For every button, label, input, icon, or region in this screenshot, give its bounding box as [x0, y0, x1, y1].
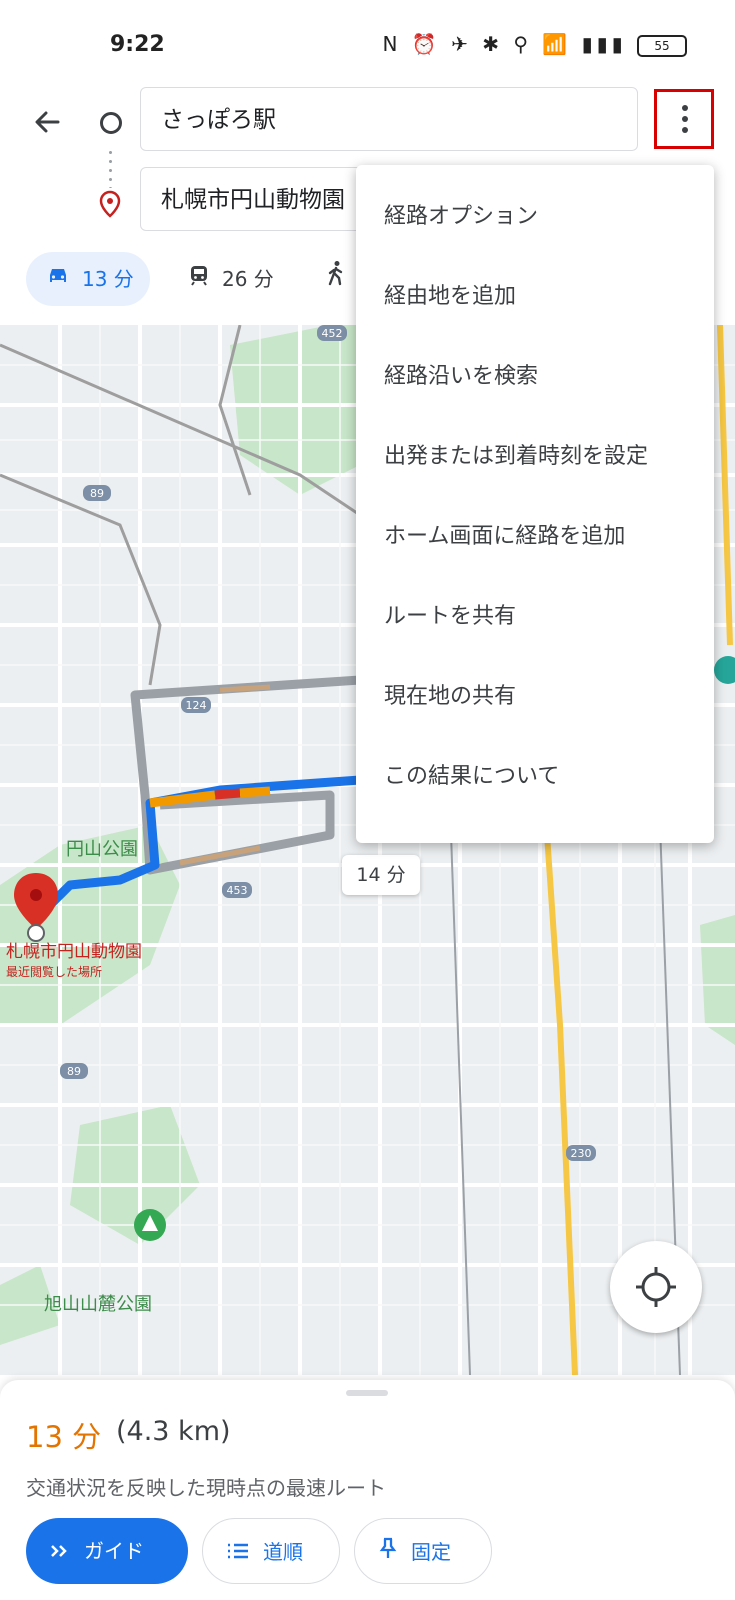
overflow-menu: 経路オプション 経由地を追加 経路沿いを検索 出発または到着時刻を設定 ホーム画…: [356, 165, 714, 843]
route-connector-dots: [109, 148, 112, 188]
origin-input[interactable]: さっぽろ駅: [140, 87, 638, 151]
tab-drive[interactable]: 13 分: [26, 252, 150, 306]
more-dot-icon: [682, 105, 688, 111]
menu-item-share-location[interactable]: 現在地の共有: [356, 657, 714, 737]
alt-route-time-bubble[interactable]: 14 分: [342, 855, 420, 895]
road-number-label: 230: [571, 1147, 592, 1160]
status-bar: 9:22 N ⏰ ✈ ✱ ⚲ 📶 ▮▮▮ 55: [0, 0, 735, 80]
destination-sublabel: 最近閲覧した場所: [6, 965, 103, 979]
menu-item-add-to-home[interactable]: ホーム画面に経路を追加: [356, 497, 714, 577]
origin-circle-icon: [100, 112, 122, 134]
route-duration: 13 分: [26, 1420, 102, 1454]
menu-item-route-options[interactable]: 経路オプション: [356, 177, 714, 257]
guide-button[interactable]: ガイド: [26, 1518, 188, 1584]
park-label-2[interactable]: 旭山山麓公園: [44, 1290, 152, 1316]
park-label[interactable]: 円山公園: [66, 835, 138, 861]
tab-transit[interactable]: 26 分: [188, 252, 288, 306]
menu-item-add-stop[interactable]: 経由地を追加: [356, 257, 714, 337]
road-number-label: 453: [227, 884, 248, 897]
menu-item-set-time[interactable]: 出発または到着時刻を設定: [356, 417, 714, 497]
crosshair-icon: [636, 1267, 676, 1307]
road-number-label: 124: [186, 699, 207, 712]
destination-pin-icon: [99, 190, 121, 218]
pin-button[interactable]: 固定: [354, 1518, 492, 1584]
tab-transit-label: 26 分: [222, 267, 274, 291]
menu-item-about-results[interactable]: この結果について: [356, 737, 714, 817]
steps-button[interactable]: 道順: [202, 1518, 340, 1584]
menu-item-search-along-route[interactable]: 経路沿いを検索: [356, 337, 714, 417]
road-number-label: 89: [90, 487, 104, 500]
battery-icon: 55: [637, 34, 687, 57]
menu-item-share-route[interactable]: ルートを共有: [356, 577, 714, 657]
road-number-label: 89: [67, 1065, 81, 1078]
car-icon: [46, 252, 70, 306]
list-icon: [227, 1519, 249, 1585]
steps-button-label: 道順: [263, 1540, 303, 1564]
status-icon-group: N ⏰ ✈ ✱ ⚲ 📶 ▮▮▮: [382, 32, 627, 56]
back-arrow-icon[interactable]: [28, 102, 68, 142]
navigation-chevrons-icon: [50, 1518, 70, 1584]
road-number-label: 452: [322, 327, 343, 340]
tab-drive-label: 13 分: [82, 267, 134, 291]
route-distance: (4.3 km): [116, 1416, 231, 1447]
status-time: 9:22: [110, 32, 165, 57]
walk-icon: [326, 252, 346, 306]
status-icons: N ⏰ ✈ ✱ ⚲ 📶 ▮▮▮ 55: [383, 32, 687, 57]
guide-button-label: ガイド: [84, 1539, 144, 1563]
more-options-button[interactable]: [654, 89, 714, 149]
train-icon: [188, 252, 210, 306]
sheet-drag-handle[interactable]: [346, 1390, 388, 1396]
pin-button-label: 固定: [411, 1540, 451, 1564]
pushpin-icon: [379, 1519, 397, 1585]
more-dot-icon: [682, 116, 688, 122]
route-description: 交通状況を反映した現時点の最速ルート: [26, 1476, 386, 1500]
route-summary-sheet: 13 分 (4.3 km) 交通状況を反映した現時点の最速ルート ガイド 道順 …: [0, 1380, 735, 1600]
my-location-button[interactable]: [610, 1241, 702, 1333]
more-dot-icon: [682, 127, 688, 133]
destination-label[interactable]: 札幌市円山動物園: [6, 937, 142, 962]
